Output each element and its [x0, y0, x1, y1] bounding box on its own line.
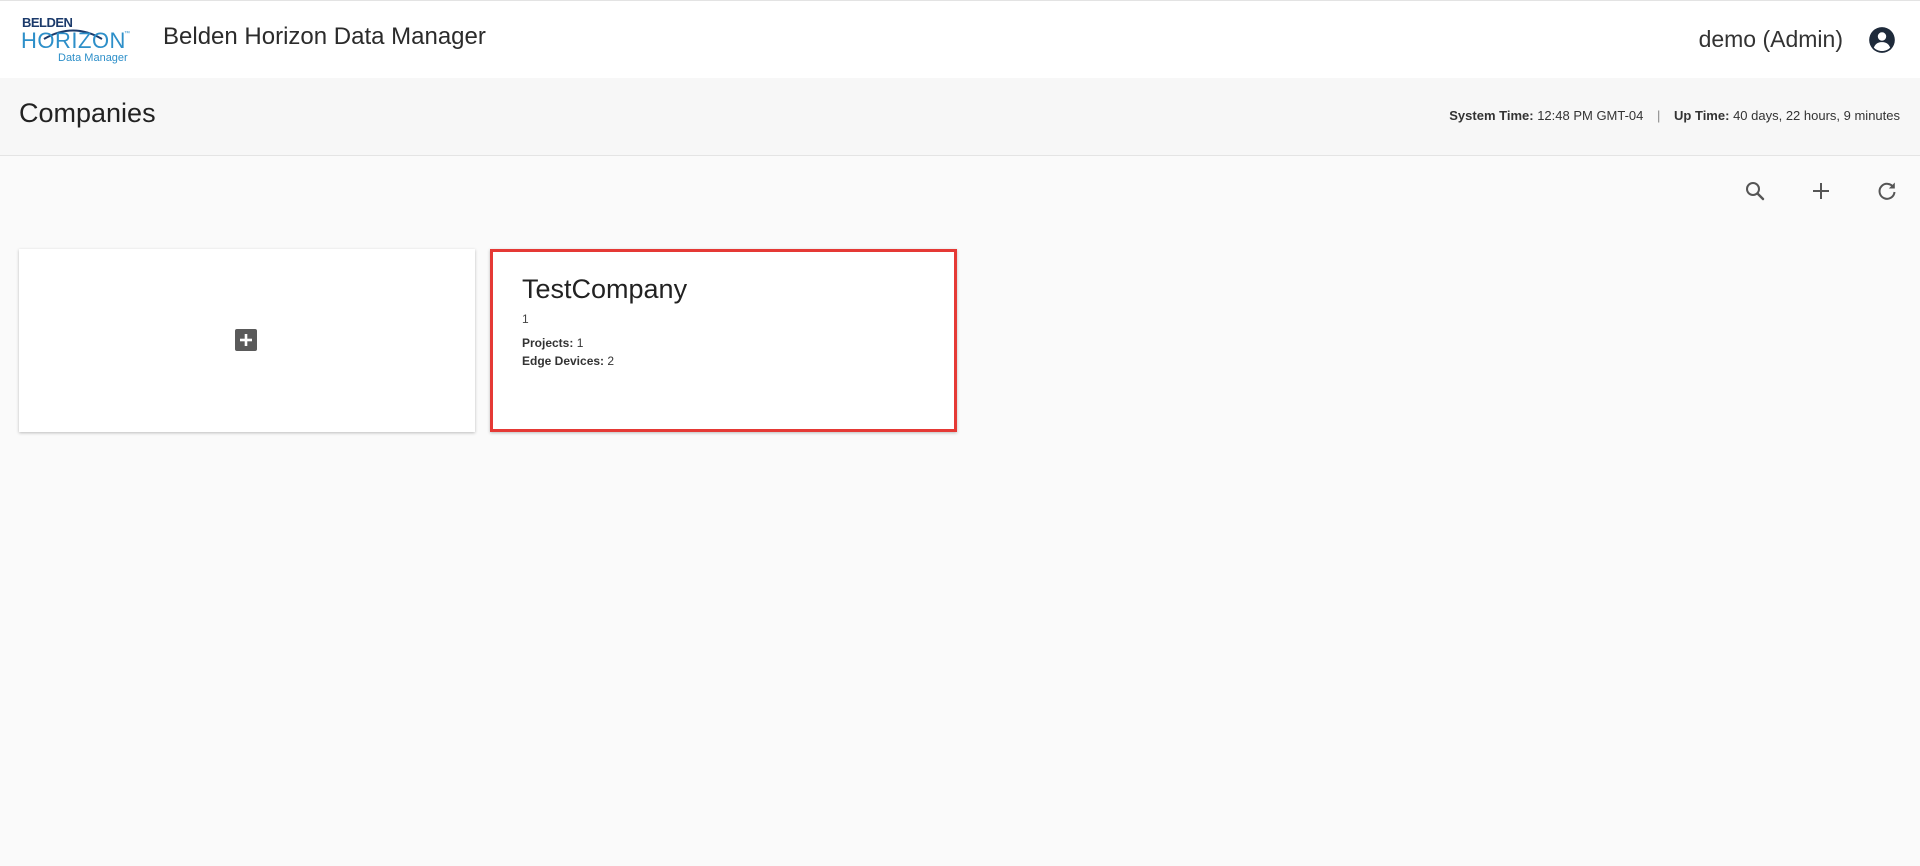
plus-icon	[1813, 183, 1829, 199]
page-title: Companies	[19, 98, 156, 128]
belden-horizon-logo[interactable]: BELDEN HORIZON ™ Data Manager	[20, 13, 138, 67]
logo-brand-main: HORIZON	[21, 28, 126, 53]
top-bar: BELDEN HORIZON ™ Data Manager Belden Hor…	[0, 0, 1920, 78]
account-circle-icon[interactable]	[1868, 26, 1896, 54]
add-box-icon	[235, 329, 257, 351]
search-button[interactable]	[1742, 178, 1768, 204]
system-info: System Time: 12:48 PM GMT-04 | Up Time: …	[1449, 108, 1900, 123]
add-company-button[interactable]	[1808, 178, 1834, 204]
refresh-button[interactable]	[1874, 178, 1900, 204]
up-time-value: 40 days, 22 hours, 9 minutes	[1733, 108, 1900, 123]
company-id: 1	[522, 312, 529, 326]
add-company-card[interactable]	[19, 249, 475, 432]
system-time-value: 12:48 PM GMT-04	[1537, 108, 1644, 123]
user-name[interactable]: demo (Admin)	[1699, 26, 1843, 53]
page-header: Companies System Time: 12:48 PM GMT-04 |…	[0, 78, 1920, 156]
edge-devices-value: 2	[607, 354, 615, 368]
edge-devices-label: Edge Devices:	[522, 354, 605, 368]
search-icon	[1746, 182, 1765, 201]
app-title: Belden Horizon Data Manager	[163, 23, 486, 50]
company-edge-devices: Edge Devices: 2	[522, 354, 614, 368]
company-card[interactable]: TestCompany 1 Projects: 1 Edge Devices: …	[490, 249, 957, 432]
projects-label: Projects:	[522, 336, 574, 350]
company-name: TestCompany	[522, 274, 688, 304]
logo-trademark: ™	[124, 31, 130, 37]
toolbar	[1742, 178, 1900, 208]
company-projects: Projects: 1	[522, 336, 583, 350]
system-time-label: System Time:	[1449, 108, 1534, 123]
up-time-label: Up Time:	[1674, 108, 1730, 123]
logo-brand-sub: Data Manager	[58, 52, 128, 64]
projects-value: 1	[576, 336, 584, 350]
info-separator: |	[1657, 108, 1661, 123]
refresh-icon	[1878, 182, 1896, 200]
